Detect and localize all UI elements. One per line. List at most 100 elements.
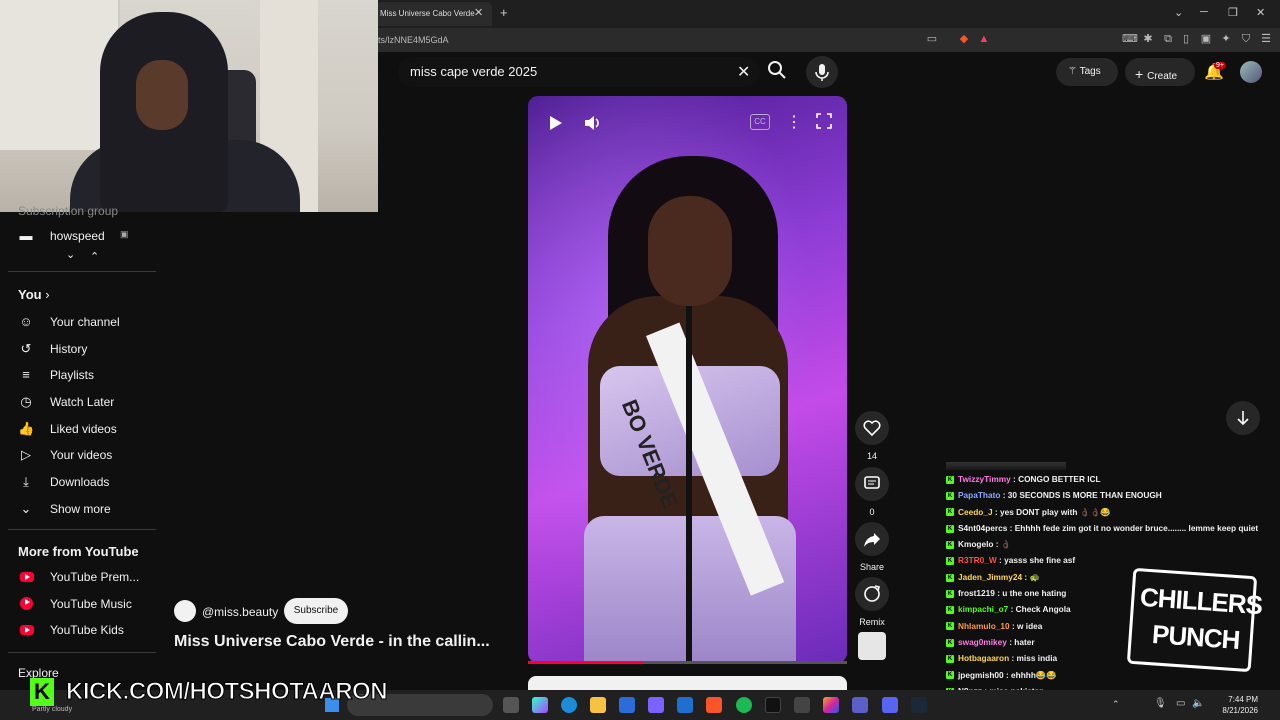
- instagram-icon[interactable]: [823, 697, 839, 713]
- chat-username[interactable]: swag0mikey: [958, 637, 1007, 647]
- sidebar-item-youtube-music[interactable]: YouTube Music: [18, 595, 158, 615]
- edge-icon[interactable]: [561, 697, 577, 713]
- wallet-icon[interactable]: ▣: [1200, 33, 1212, 45]
- weather-widget[interactable]: Partly cloudy: [32, 706, 72, 713]
- sidebar-item-youtube-kids[interactable]: YouTube Kids: [18, 621, 158, 641]
- comment-button[interactable]: [855, 467, 889, 501]
- like-button[interactable]: [855, 411, 889, 445]
- teams-chat-icon[interactable]: [852, 697, 868, 713]
- sidebar-item-howspeed[interactable]: ▬ howspeed ▣: [18, 227, 158, 247]
- chat-username[interactable]: Ceedo_J: [958, 507, 993, 517]
- remix-action[interactable]: Remix: [855, 577, 889, 627]
- chat-username[interactable]: Jaden_Jimmy24: [958, 572, 1022, 582]
- sidebar-item-youtube-premium[interactable]: YouTube Prem...: [18, 568, 158, 588]
- network-icon[interactable]: ▭: [1176, 698, 1185, 709]
- sound-thumbnail[interactable]: [858, 632, 886, 660]
- sidebar-item-your-videos[interactable]: ▷ Your videos: [18, 446, 158, 466]
- tab-title: Miss Universe Cabo Verde: [380, 9, 475, 18]
- channel-name[interactable]: @miss.beauty: [202, 605, 278, 619]
- brave-icon[interactable]: [706, 697, 722, 713]
- like-action[interactable]: 14: [855, 411, 889, 461]
- file-explorer-icon[interactable]: [590, 697, 606, 713]
- play-icon[interactable]: [544, 112, 566, 134]
- chat-username[interactable]: S4nt04percs: [958, 523, 1007, 533]
- more-options-icon[interactable]: ⋮: [786, 112, 802, 132]
- next-video-button[interactable]: [1226, 401, 1260, 435]
- tiktok-icon[interactable]: [765, 697, 781, 713]
- chat-username[interactable]: jpegmish00: [958, 670, 1004, 680]
- new-tab-icon[interactable]: +: [500, 5, 508, 20]
- vpn-icon[interactable]: ⛉: [1240, 33, 1252, 45]
- sidebar-item-playlists[interactable]: ≡ Playlists: [18, 366, 158, 386]
- discord-icon[interactable]: [882, 697, 898, 713]
- collapse-down-icon[interactable]: ⌄: [66, 248, 75, 261]
- history-icon: ↺: [20, 341, 32, 356]
- video-title[interactable]: Miss Universe Cabo Verde - in the callin…: [174, 633, 490, 651]
- copilot-icon[interactable]: [532, 697, 548, 713]
- sidebar-item-history[interactable]: ↺ History: [18, 340, 158, 360]
- teams-icon[interactable]: [648, 697, 664, 713]
- chat-separator: :: [1009, 653, 1017, 664]
- cast-icon[interactable]: ▭: [926, 33, 938, 45]
- remix-button[interactable]: [855, 577, 889, 611]
- steam-icon[interactable]: [911, 697, 927, 713]
- sidebar-item-watch-later[interactable]: ◷ Watch Later: [18, 393, 158, 413]
- tab-close-icon[interactable]: ✕: [474, 6, 483, 19]
- shorts-video-player[interactable]: BO VERDE: [528, 96, 847, 663]
- extensions-icon[interactable]: ✱: [1142, 33, 1154, 45]
- app-icon[interactable]: [794, 697, 810, 713]
- kick-badge-icon: K: [946, 492, 954, 501]
- leo-ai-icon[interactable]: ✦: [1220, 33, 1232, 45]
- chat-username[interactable]: Hotbagaaron: [958, 653, 1009, 663]
- sidebar-item-show-more[interactable]: ⌄ Show more: [18, 500, 158, 520]
- you-section-heading[interactable]: You ›: [18, 287, 50, 302]
- speaker-icon[interactable]: 🔈: [1192, 698, 1204, 709]
- comment-count: 0: [869, 507, 875, 517]
- window-close-icon[interactable]: ✕: [1256, 6, 1265, 19]
- chat-username[interactable]: frost1219: [958, 588, 995, 598]
- search-query[interactable]: miss cape verde 2025: [410, 64, 537, 79]
- chat-username[interactable]: Nhlamulo_10: [958, 621, 1010, 631]
- maximize-icon[interactable]: ❐: [1228, 6, 1238, 19]
- subscribe-button[interactable]: Subscribe: [284, 598, 348, 624]
- tags-button[interactable]: ⚚ Tags: [1056, 58, 1118, 86]
- spotify-icon[interactable]: [736, 697, 752, 713]
- app-icon[interactable]: [677, 697, 693, 713]
- search-icon[interactable]: [767, 60, 787, 80]
- clear-search-icon[interactable]: ✕: [737, 62, 750, 82]
- chat-username[interactable]: Kmogelo: [958, 539, 994, 549]
- channel-avatar[interactable]: [174, 600, 196, 622]
- sidebar-item-liked-videos[interactable]: 👍 Liked videos: [18, 420, 158, 440]
- share-action[interactable]: Share: [855, 522, 889, 572]
- comment-action[interactable]: 0: [855, 467, 889, 517]
- voice-search-button[interactable]: [806, 56, 838, 88]
- sidebar-item-downloads[interactable]: ⤓ Downloads: [18, 473, 158, 493]
- task-view-icon[interactable]: [503, 697, 519, 713]
- menu-icon[interactable]: ☰: [1260, 33, 1272, 45]
- tray-chevron-icon[interactable]: ⌃: [1112, 699, 1120, 710]
- tab-list-chevron-icon[interactable]: ⌄: [1174, 6, 1183, 19]
- store-icon[interactable]: [619, 697, 635, 713]
- volume-icon[interactable]: [582, 112, 604, 134]
- captions-icon[interactable]: CC: [750, 114, 770, 130]
- share-button[interactable]: [855, 522, 889, 556]
- chat-username[interactable]: TwizzyTimmy: [958, 474, 1011, 484]
- url-text[interactable]: ts/lzNNE4M5GdA: [378, 35, 449, 45]
- sidebar-toggle-icon[interactable]: ▯: [1180, 33, 1192, 45]
- puzzle-icon[interactable]: ⧉: [1162, 33, 1174, 45]
- chat-username[interactable]: kimpachi_o7: [958, 604, 1008, 614]
- kick-badge-icon: K: [946, 475, 954, 484]
- brave-shield-icon[interactable]: ◆: [958, 33, 970, 45]
- minimize-icon[interactable]: ─: [1200, 6, 1208, 18]
- brave-rewards-icon[interactable]: ▲: [978, 33, 990, 45]
- sidebar-item-your-channel[interactable]: ☺ Your channel: [18, 313, 158, 333]
- collapse-up-icon[interactable]: ⌃: [90, 250, 99, 263]
- account-avatar[interactable]: [1240, 61, 1262, 83]
- system-clock[interactable]: 7:44 PM 8/21/2026: [1212, 694, 1258, 716]
- chat-username[interactable]: PapaThato: [958, 490, 1000, 500]
- translate-icon[interactable]: ⌨: [1122, 33, 1138, 45]
- create-button[interactable]: + Create: [1125, 58, 1195, 86]
- chat-username[interactable]: R3TR0_W: [958, 555, 997, 565]
- fullscreen-icon[interactable]: [816, 113, 832, 129]
- microphone-tray-icon[interactable]: 🎙: [1154, 698, 1167, 709]
